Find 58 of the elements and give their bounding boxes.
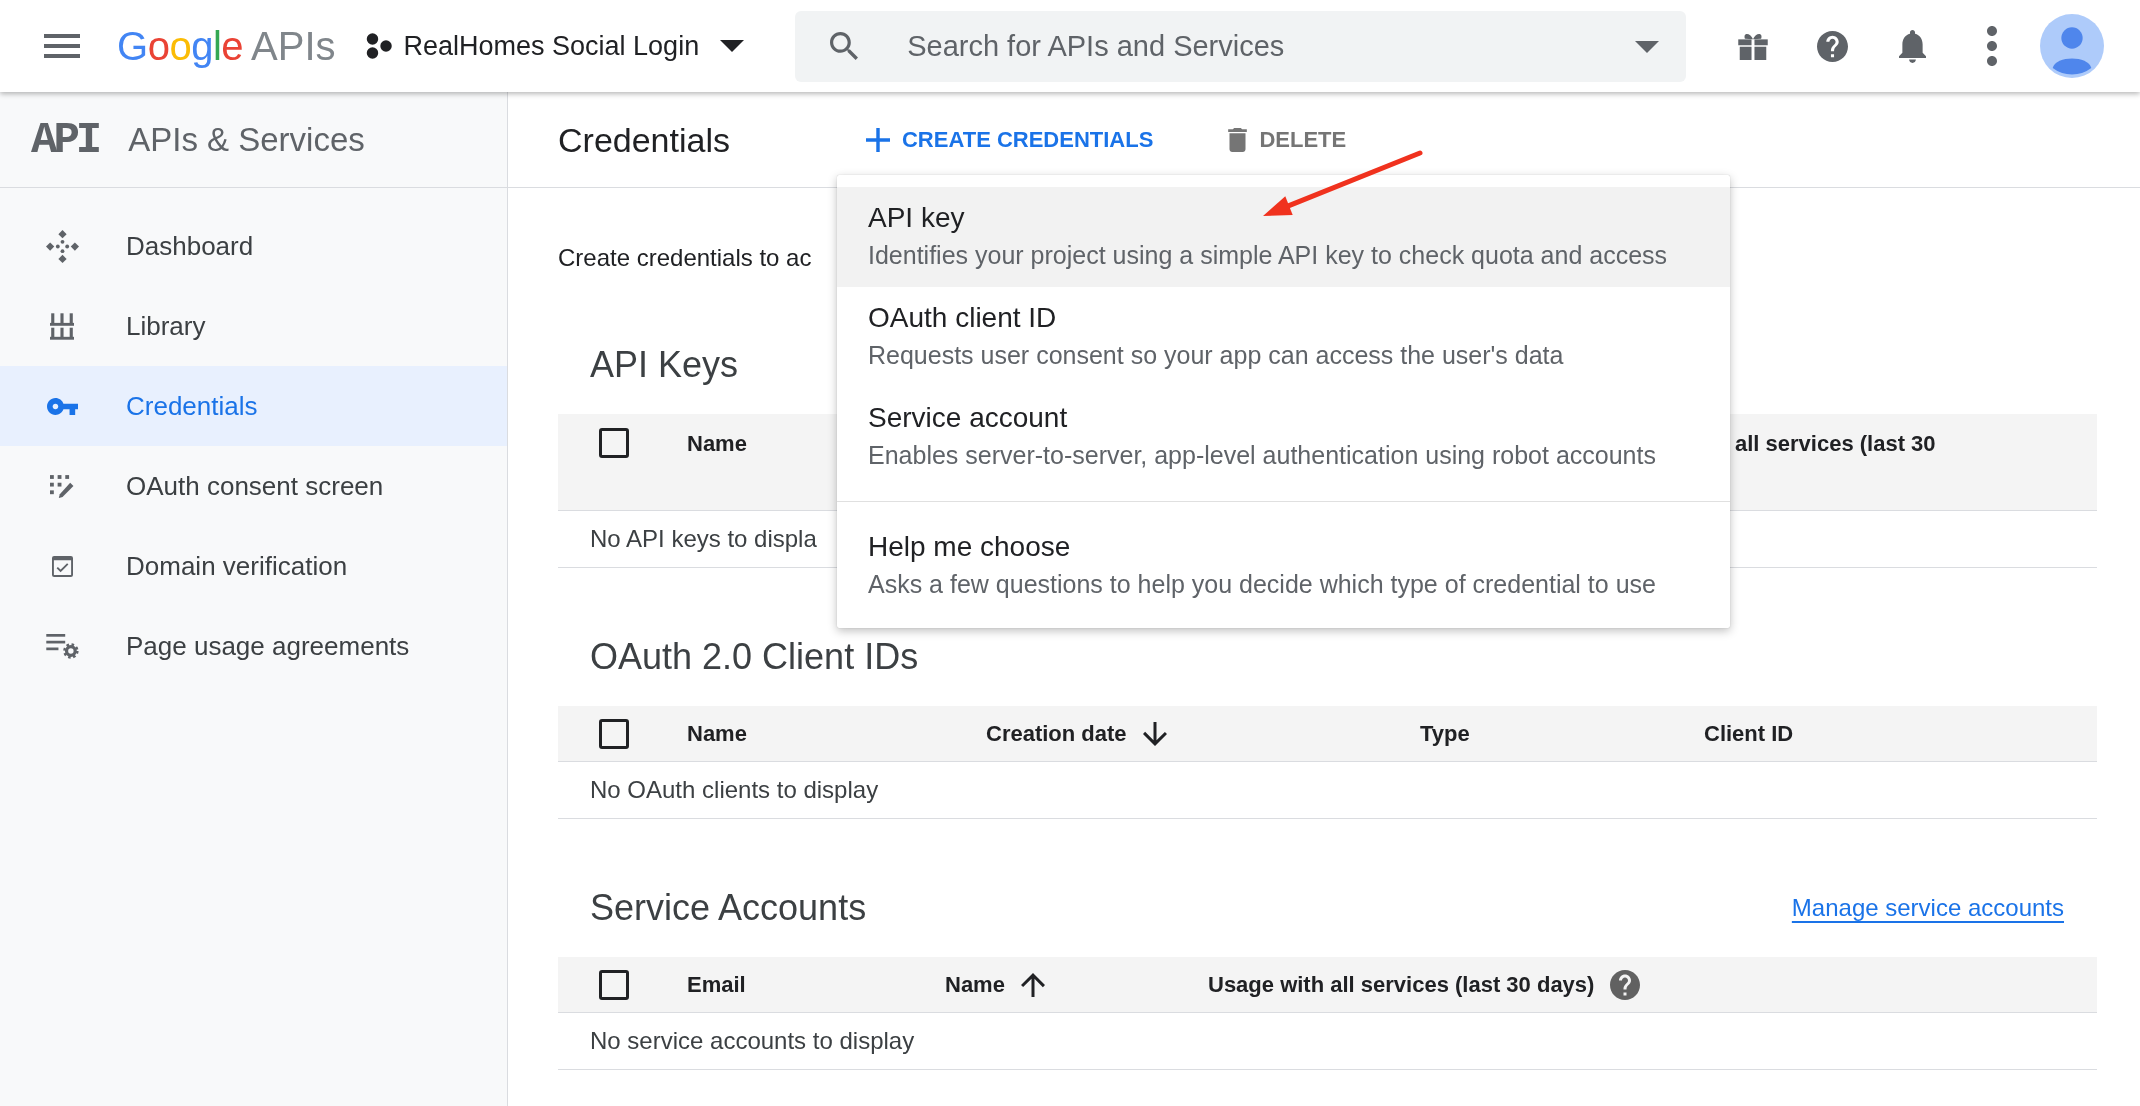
trash-icon	[1228, 127, 1248, 152]
column-header[interactable]: Creation date	[986, 717, 1127, 750]
column-header: Name	[687, 719, 747, 748]
gift-icon[interactable]	[1738, 32, 1768, 60]
dashboard-icon	[45, 229, 79, 263]
manage-link[interactable]: Manage service accounts	[1791, 890, 2064, 926]
help-icon[interactable]	[1610, 969, 1641, 1000]
section-title: OAuth 2.0 Client IDs	[590, 635, 919, 679]
menu-item[interactable]: OAuth client ID Requests user consent so your app can access the user's data	[837, 287, 1730, 387]
avatar-icon[interactable]	[2040, 14, 2104, 78]
arrow-down-icon[interactable]	[1142, 721, 1167, 746]
column-header: Type	[1420, 719, 1470, 748]
three-dots-icon	[365, 33, 392, 59]
library-icon	[50, 312, 74, 340]
dots-pencil-icon	[50, 474, 74, 498]
menu-icon[interactable]	[44, 34, 80, 58]
project-selector[interactable]: RealHomes Social Login	[365, 26, 745, 66]
search-field[interactable]: Search for APIs and Services	[795, 10, 1687, 82]
nav-item[interactable]: OAuth consent screen	[0, 446, 507, 526]
nav-item[interactable]: Credentials	[0, 366, 507, 446]
api-logo: API	[31, 115, 99, 164]
arrow-up-icon[interactable]	[1020, 972, 1045, 997]
caret-down-icon[interactable]	[1635, 40, 1660, 53]
search-icon	[830, 31, 859, 60]
select-all-checkbox[interactable]	[599, 428, 629, 458]
empty-message: No OAuth clients to display	[590, 775, 879, 805]
logo-wordmark[interactable]: Google	[117, 22, 243, 70]
nav-item[interactable]: Page usage agreements	[0, 606, 507, 686]
sidebar-title: APIs & Services	[128, 119, 365, 160]
section-title: API Keys	[590, 343, 739, 387]
page-title: Credentials	[558, 119, 730, 161]
section-title: Service Accounts	[590, 886, 867, 930]
menu-item[interactable]: Service account Enables server-to-server, app-level authentication using robot accounts	[837, 387, 1730, 487]
column-header: all services (last 30	[1735, 430, 1936, 458]
list-gear-icon	[45, 633, 79, 659]
intro-text: Create credentials to ac	[558, 243, 812, 273]
key-icon	[46, 397, 78, 415]
column-header: Usage with all services (last 30 days)	[1208, 970, 1595, 999]
bell-icon[interactable]	[1899, 29, 1926, 63]
nav-item[interactable]: Domain verification	[0, 526, 507, 606]
select-all-checkbox[interactable]	[599, 969, 629, 1000]
more-icon[interactable]	[1987, 26, 1997, 66]
caret-down-icon	[720, 40, 745, 52]
column-header: Email	[687, 970, 746, 999]
nav-item[interactable]: Library	[0, 286, 507, 366]
empty-message: No API keys to displa	[590, 524, 817, 554]
nav-item[interactable]: Dashboard	[0, 206, 507, 286]
help-icon[interactable]	[1817, 30, 1848, 62]
column-header: Name	[687, 430, 747, 458]
column-header: Client ID	[1704, 719, 1794, 748]
menu-item[interactable]: Help me choose Asks a few questions to help you decide which type of credential to use	[837, 501, 1730, 616]
column-header[interactable]: Name	[945, 968, 1005, 1001]
action-button[interactable]: CREATE CREDENTIALS	[854, 114, 1166, 165]
empty-message: No service accounts to display	[590, 1026, 915, 1056]
menu-item[interactable]: API key Identifies your project using a simple API key to check quota and access	[837, 187, 1730, 287]
product-name[interactable]: APIs	[251, 22, 336, 70]
select-all-checkbox[interactable]	[599, 718, 629, 749]
plus-icon	[866, 127, 890, 152]
